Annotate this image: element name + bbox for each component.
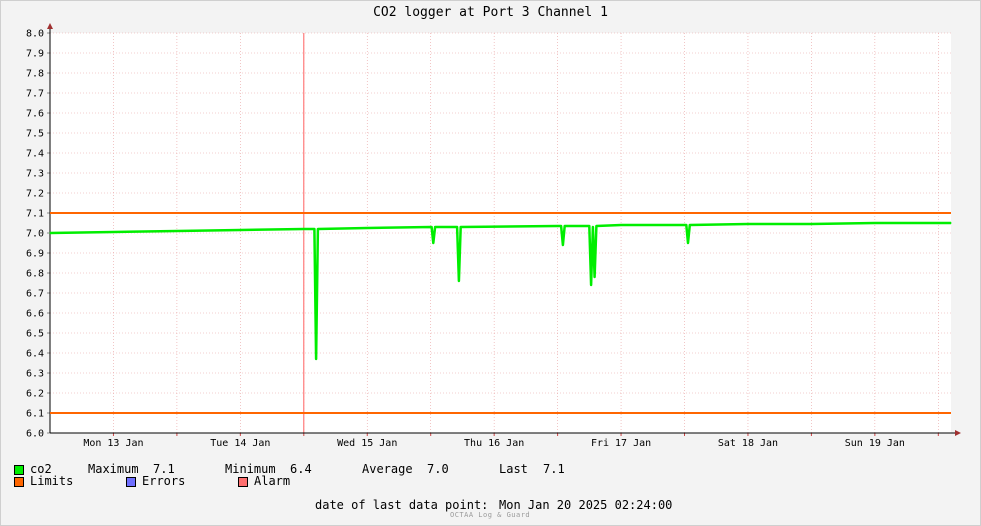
data-point: [432, 242, 434, 244]
legend-alarm-label: Alarm: [254, 474, 291, 488]
y-tick-label: 6.2: [26, 389, 44, 400]
data-point: [950, 222, 952, 224]
data-point: [595, 225, 597, 227]
y-tick-label: 6.9: [26, 249, 44, 260]
y-tick-label: 7.5: [26, 129, 44, 140]
legend-limits-label: Limits: [30, 474, 74, 488]
y-tick-label: 6.0: [26, 429, 44, 440]
legend-average-label: Average: [362, 462, 413, 476]
y-tick-label: 6.3: [26, 369, 44, 380]
legend-minimum-value: 6.4: [290, 462, 312, 476]
last-data-point-label: date of last data point:: [315, 498, 489, 512]
y-tick-label: 7.7: [26, 89, 44, 100]
y-tick-label: 8.0: [26, 29, 44, 40]
y-tick-label: 7.0: [26, 229, 44, 240]
data-point: [456, 226, 458, 228]
y-tick-label: 7.6: [26, 109, 44, 120]
x-tick-label: Sun 19 Jan: [845, 438, 905, 449]
data-point: [557, 225, 559, 227]
x-tick-label: Sat 18 Jan: [718, 438, 778, 449]
legend-last-value: 7.1: [543, 462, 565, 476]
y-tick-label: 7.1: [26, 209, 44, 220]
x-tick-label: Thu 16 Jan: [464, 438, 524, 449]
legend-errors-label: Errors: [142, 474, 186, 488]
data-point: [874, 222, 876, 224]
data-point: [366, 227, 368, 229]
legend-swatch-co2: [14, 465, 24, 475]
y-tick-label: 7.8: [26, 69, 44, 80]
data-point: [176, 230, 178, 232]
y-tick-label: 7.9: [26, 49, 44, 60]
legend-swatch-errors: [126, 477, 136, 487]
data-point: [594, 276, 596, 278]
data-point: [810, 223, 813, 225]
legend-swatch-limits: [14, 477, 24, 487]
brand-watermark: OCTAA Log & Guard: [450, 511, 531, 519]
y-tick-label: 6.5: [26, 329, 44, 340]
data-point: [303, 228, 305, 230]
data-point: [430, 226, 433, 228]
y-tick-label: 6.8: [26, 269, 44, 280]
data-point: [317, 228, 319, 230]
data-point: [460, 226, 462, 228]
y-tick-label: 6.4: [26, 349, 44, 360]
data-point: [112, 231, 115, 233]
data-point: [49, 232, 51, 234]
y-tick-label: 7.2: [26, 189, 44, 200]
legend-maximum-label: Maximum: [88, 462, 139, 476]
chart-plot: 6.0 6.1 6.2 6.3 6.4 6.5 6.6 6.7 6.8 6.9 7.0 7.1 7.2 7…: [26, 23, 961, 449]
data-point: [313, 228, 315, 230]
x-tick-label: Mon 13 Jan: [83, 438, 143, 449]
data-point: [560, 225, 562, 227]
y-tick-label: 6.7: [26, 289, 44, 300]
y-tick-label: 6.6: [26, 309, 44, 320]
data-point: [458, 280, 460, 282]
data-point: [683, 224, 686, 226]
data-point: [239, 229, 241, 231]
data-point: [592, 226, 594, 228]
legend-last-label: Last: [499, 462, 528, 476]
data-point: [588, 225, 590, 227]
data-point: [434, 226, 436, 228]
y-tick-label: 6.1: [26, 409, 44, 420]
x-tick-label: Fri 17 Jan: [591, 438, 651, 449]
data-point: [747, 223, 749, 225]
data-point: [590, 284, 592, 286]
data-point: [564, 225, 566, 227]
y-axis-arrow: [47, 23, 53, 29]
legend-swatch-alarm: [238, 477, 248, 487]
legend-average-value: 7.0: [427, 462, 449, 476]
data-point: [620, 224, 622, 226]
y-tick-label: 7.4: [26, 149, 44, 160]
data-point: [685, 224, 687, 226]
data-point: [562, 244, 564, 246]
x-tick-label: Tue 14 Jan: [210, 438, 270, 449]
data-point: [687, 242, 689, 244]
last-data-point-value: Mon Jan 20 2025 02:24:00: [499, 498, 673, 512]
data-point: [689, 224, 691, 226]
x-tick-label: Wed 15 Jan: [337, 438, 397, 449]
y-tick-label: 7.3: [26, 169, 44, 180]
x-axis-arrow: [955, 430, 961, 436]
data-point: [315, 358, 317, 360]
